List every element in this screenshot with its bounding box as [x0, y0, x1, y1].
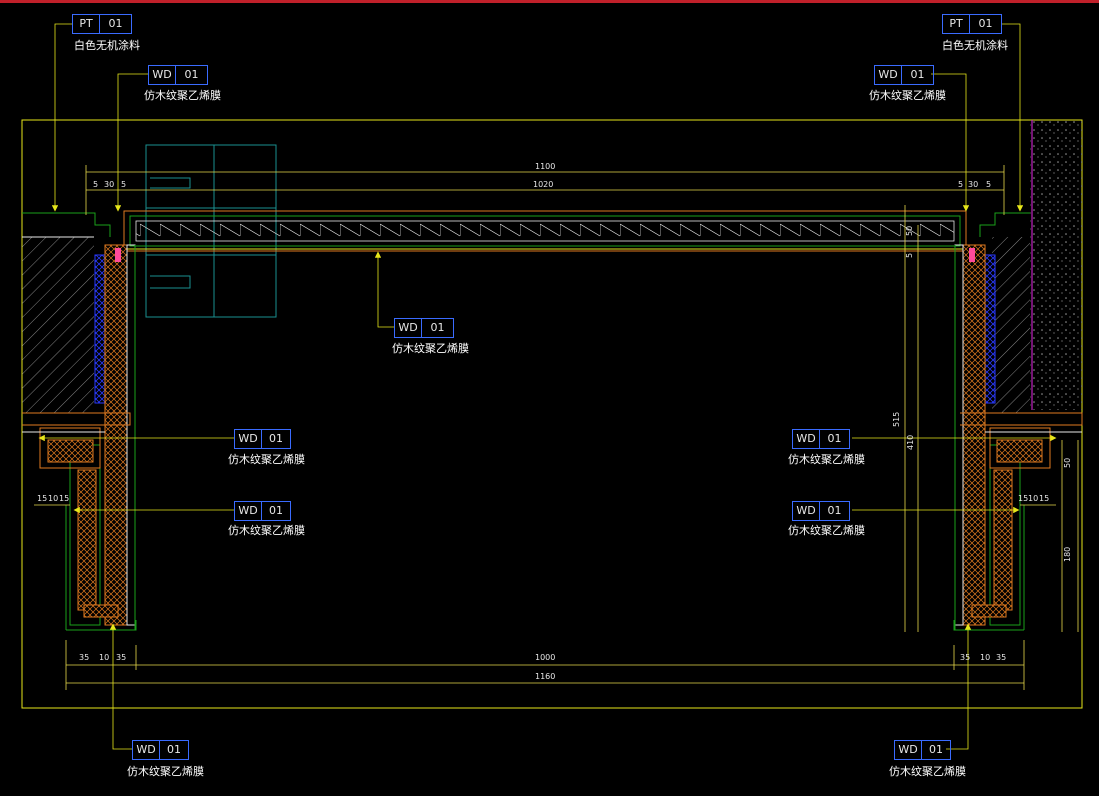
- left-insulation: [94, 254, 106, 404]
- callout-num: 01: [108, 17, 123, 30]
- callout-text-wd-left-bottom: 仿木纹聚乙烯膜: [127, 765, 204, 778]
- dim-left-small-c: 15: [59, 494, 70, 503]
- callout-code: WD: [895, 741, 922, 759]
- callout-code: WD: [133, 741, 160, 759]
- callout-tag-wd-left-bottom: WD 01: [132, 740, 189, 760]
- callout-tag-pt-right: PT 01: [942, 14, 1002, 34]
- dim-bottom-right-c: 35: [996, 653, 1007, 662]
- dim-top-left-a: 5: [93, 180, 99, 189]
- callout-tag-wd-left-mid2: WD 01: [234, 501, 291, 521]
- callout-code: PT: [73, 15, 100, 33]
- dim-top-right-a: 5: [958, 180, 964, 189]
- callout-tag-wd-right-mid2: WD 01: [792, 501, 850, 521]
- dim-bottom-left-a: 35: [79, 653, 90, 662]
- callout-tag-pt-left: PT 01: [72, 14, 132, 34]
- callout-num: 01: [910, 68, 925, 81]
- callout-text-wd-left-mid1: 仿木纹聚乙烯膜: [228, 453, 305, 466]
- dim-left-small-b: 10: [48, 494, 59, 503]
- callout-text-wd-right-top: 仿木纹聚乙烯膜: [869, 89, 946, 102]
- callout-code: WD: [793, 502, 820, 520]
- callout-num: 01: [827, 504, 842, 517]
- dim-right-v-5: 5: [905, 252, 914, 258]
- callout-num: 01: [184, 68, 199, 81]
- callout-text-wd-right-mid1: 仿木纹聚乙烯膜: [788, 453, 865, 466]
- callout-code: WD: [235, 502, 262, 520]
- dim-bottom-right-a: 35: [960, 653, 971, 662]
- callout-code: PT: [943, 15, 970, 33]
- right-insulation: [984, 254, 996, 404]
- dim-right-v-410: 410: [906, 434, 915, 450]
- transom-core: [135, 220, 955, 242]
- dim-right-small-a: 15: [1018, 494, 1029, 503]
- callout-text-wd-right-bottom: 仿木纹聚乙烯膜: [889, 765, 966, 778]
- callout-code: WD: [149, 66, 176, 84]
- dim-bottom-right-b: 10: [980, 653, 991, 662]
- callout-code: WD: [875, 66, 902, 84]
- dim-bottom-left-b: 10: [99, 653, 110, 662]
- dimension-lines: [34, 165, 1079, 690]
- callout-tag-wd-right-bottom: WD 01: [894, 740, 951, 760]
- callout-text-wd-left-top: 仿木纹聚乙烯膜: [144, 89, 221, 102]
- left-wall-hatch: [22, 237, 94, 413]
- callout-text-wd-center: 仿木纹聚乙烯膜: [392, 342, 469, 355]
- callout-text-wd-left-mid2: 仿木纹聚乙烯膜: [228, 524, 305, 537]
- dim-top-overall: 1100: [535, 162, 556, 171]
- callout-tag-wd-left-mid1: WD 01: [234, 429, 291, 449]
- right-wall-concrete: [1030, 120, 1082, 410]
- dim-right-small-c: 15: [1039, 494, 1050, 503]
- dim-right-v-515: 515: [892, 411, 901, 427]
- dim-bottom-left-c: 35: [116, 653, 127, 662]
- dim-bottom-overall: 1160: [535, 672, 556, 681]
- leader-lines: [38, 23, 1057, 750]
- callout-num: 01: [430, 321, 445, 334]
- right-wall-hatch: [992, 237, 1030, 413]
- callout-num: 01: [929, 743, 943, 756]
- callout-code: WD: [793, 430, 820, 448]
- dim-top-inner: 1020: [533, 180, 554, 189]
- dim-right-v-180: 180: [1063, 546, 1072, 562]
- dim-right-v-50: 50: [905, 225, 914, 236]
- callout-text-pt-right: 白色无机涂料: [942, 39, 1008, 52]
- dim-right-v-50b: 50: [1063, 457, 1072, 468]
- dim-top-right-b: 30: [968, 180, 979, 189]
- callout-num: 01: [269, 504, 283, 517]
- callout-num: 01: [167, 743, 181, 756]
- callout-code: WD: [235, 430, 262, 448]
- callout-tag-wd-left-top: WD 01: [148, 65, 208, 85]
- dim-top-left-b: 30: [104, 180, 115, 189]
- dim-top-left-c: 5: [121, 180, 127, 189]
- callout-num: 01: [978, 17, 993, 30]
- callout-code: WD: [395, 319, 422, 337]
- callout-text-pt-left: 白色无机涂料: [74, 39, 140, 52]
- callout-tag-wd-center: WD 01: [394, 318, 454, 338]
- dim-left-small-a: 15: [37, 494, 48, 503]
- callout-num: 01: [827, 432, 842, 445]
- dim-bottom-inner: 1000: [535, 653, 556, 662]
- callout-text-wd-right-mid2: 仿木纹聚乙烯膜: [788, 524, 865, 537]
- callout-tag-wd-right-top: WD 01: [874, 65, 934, 85]
- callout-num: 01: [269, 432, 283, 445]
- dim-top-right-c: 5: [986, 180, 992, 189]
- callout-tag-wd-right-mid1: WD 01: [792, 429, 850, 449]
- dim-right-small-b: 10: [1028, 494, 1039, 503]
